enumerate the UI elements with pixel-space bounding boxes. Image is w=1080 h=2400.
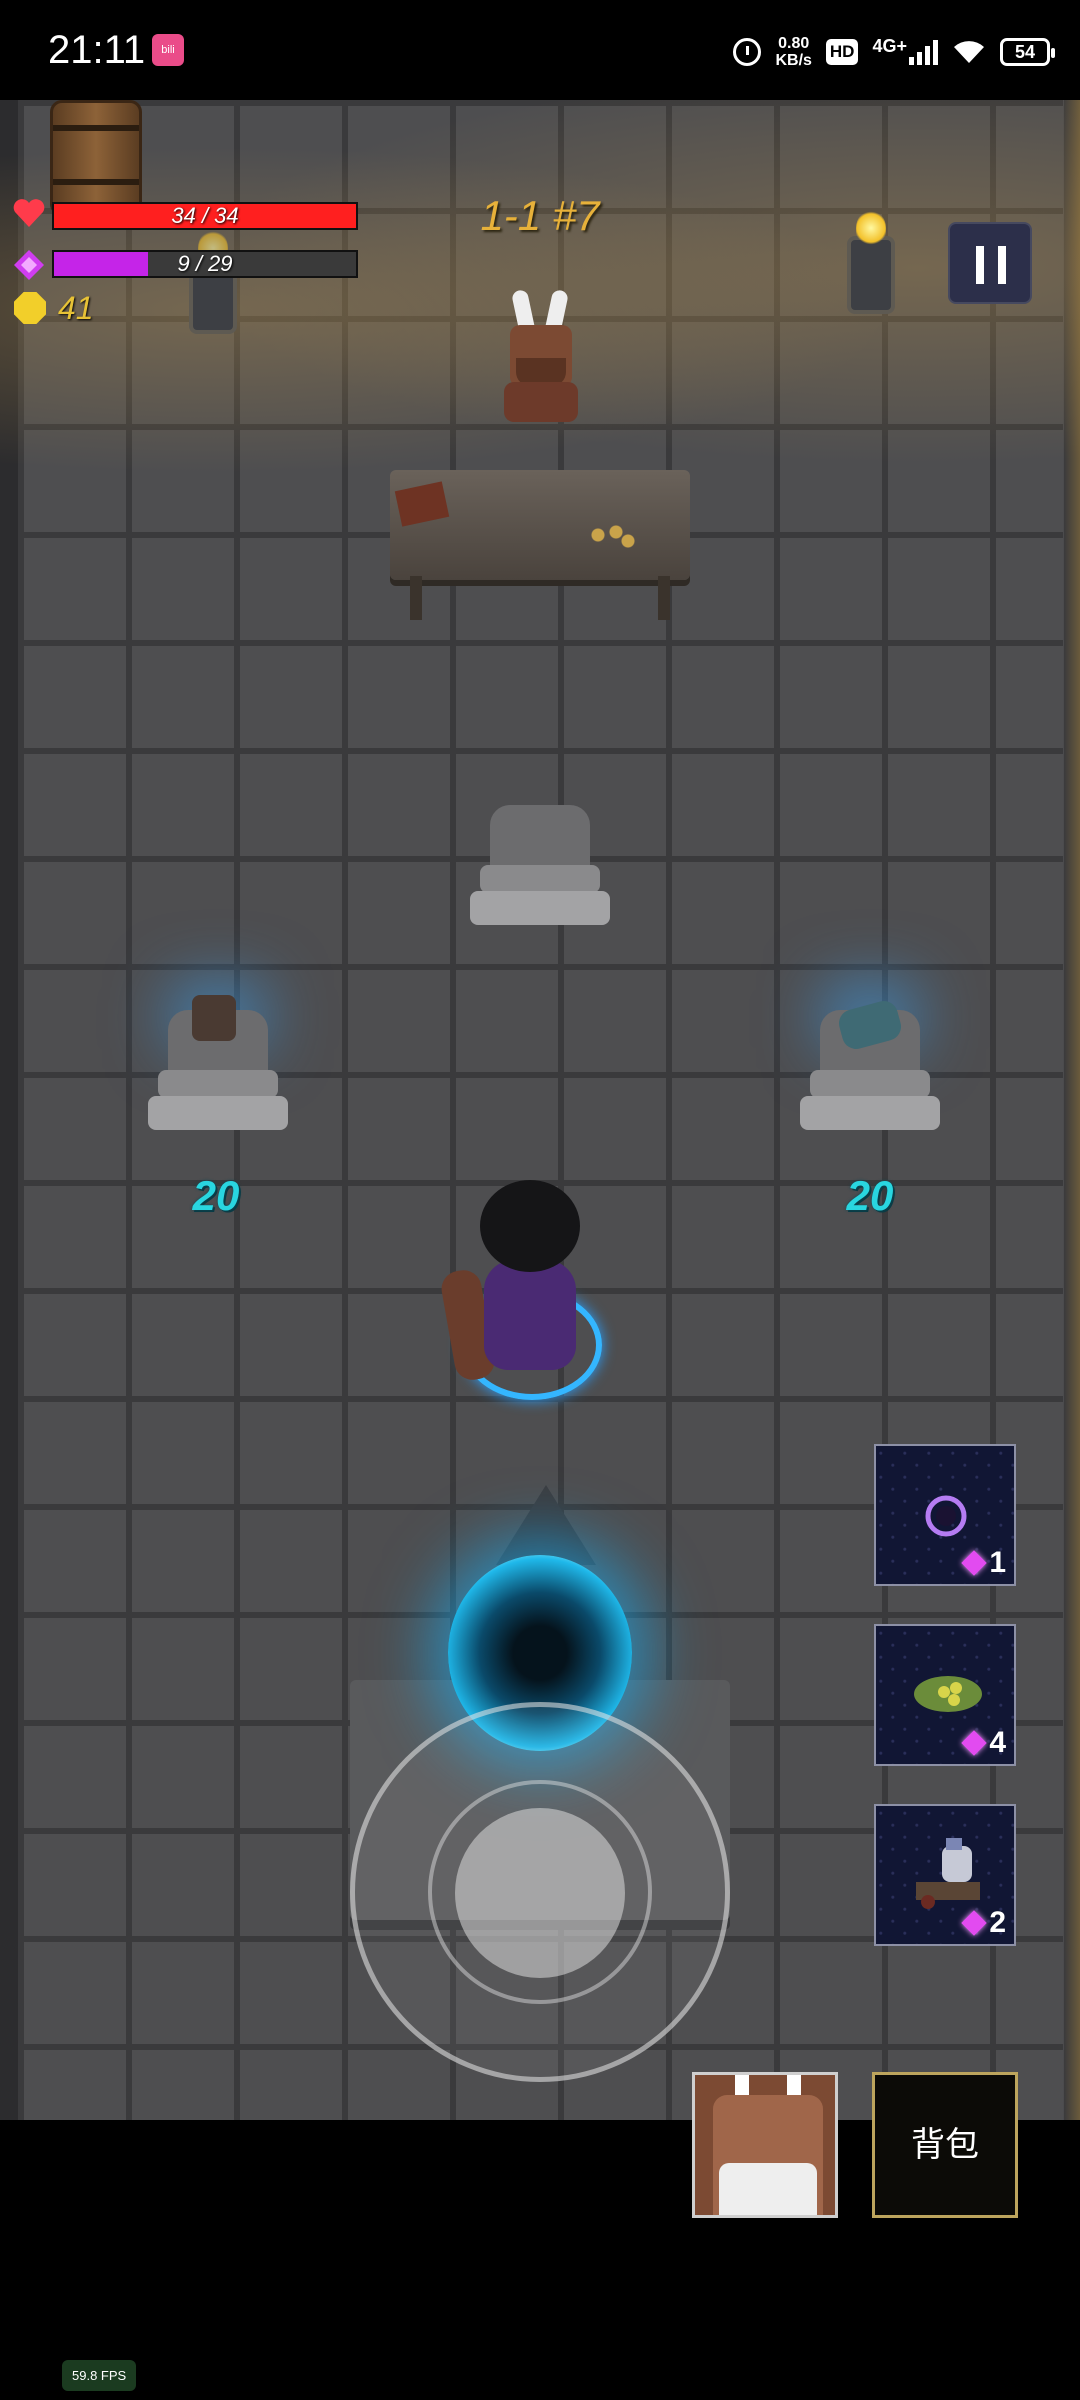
- right-item-price: 20: [846, 1172, 894, 1219]
- signal-group: 4G+: [872, 36, 938, 65]
- bilibili-app-icon: bili: [152, 34, 184, 66]
- wifi-icon: [954, 41, 984, 63]
- cart-creature-icon: [916, 1838, 980, 1909]
- mana-text: 9 / 29: [177, 251, 233, 276]
- void-orb-icon: [925, 1495, 967, 1537]
- potion-item-icon[interactable]: [192, 995, 236, 1041]
- heart-icon: [13, 199, 45, 227]
- skill-slot-3[interactable]: 2: [874, 1804, 1016, 1946]
- torch-left: [178, 230, 248, 340]
- mana-bar: 9 / 29: [52, 250, 358, 278]
- player-character: [438, 1180, 620, 1400]
- portal-rune-icon: [496, 1485, 596, 1565]
- clock: 21:11: [48, 28, 146, 72]
- shopkeeper-portrait[interactable]: [692, 2072, 838, 2218]
- hd-badge: HD: [825, 39, 859, 65]
- coin-pile: [580, 520, 640, 550]
- hp-bar: 34 / 34: [52, 202, 358, 230]
- pause-icon: [976, 246, 984, 284]
- network-type: 4G+: [872, 36, 907, 56]
- battery-icon: 54: [1000, 38, 1055, 66]
- skill-slot-1[interactable]: 1: [874, 1444, 1016, 1586]
- mana-gem-icon: [14, 250, 44, 280]
- fps-counter: 59.8 FPS: [62, 2360, 137, 2391]
- barrel: [50, 100, 142, 216]
- signal-icon: [909, 39, 938, 65]
- alarm-icon: [733, 38, 762, 66]
- torch-right: [836, 210, 906, 320]
- pause-button[interactable]: [948, 222, 1032, 304]
- left-item-price: 20: [192, 1172, 240, 1219]
- bag-button[interactable]: 背包: [872, 2072, 1018, 2218]
- skill-cost: 4: [961, 1726, 1006, 1760]
- network-speed: 0.80 KB/s: [775, 35, 812, 69]
- pedestal-center: [470, 805, 610, 935]
- gold-count: 41: [58, 290, 94, 326]
- level-indicator: 1-1 #7: [480, 192, 600, 239]
- shopkeeper[interactable]: [490, 288, 590, 422]
- hp-text: 34 / 34: [171, 203, 239, 228]
- skill-cost: 1: [961, 1546, 1006, 1580]
- status-bar: 21:11 bili 0.80 KB/s HD 4G+ 54: [0, 0, 1080, 100]
- status-icons: 0.80 KB/s HD 4G+ 54: [733, 30, 1055, 74]
- joystick-knob[interactable]: [455, 1808, 625, 1978]
- skill-cost: 2: [961, 1906, 1006, 1940]
- skill-slot-2[interactable]: 4: [874, 1624, 1016, 1766]
- seed-pod-icon: [914, 1676, 982, 1712]
